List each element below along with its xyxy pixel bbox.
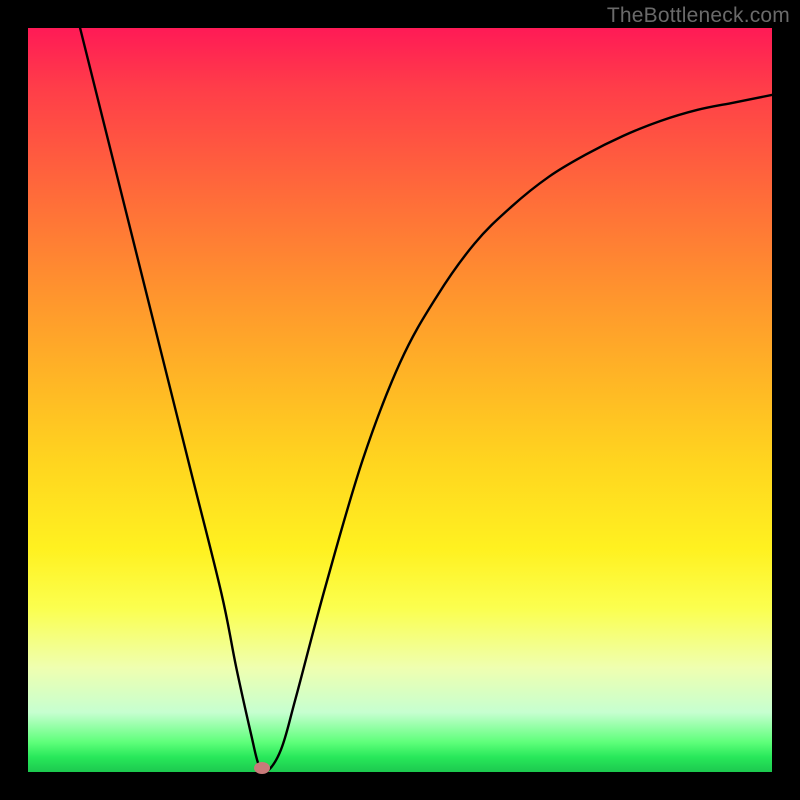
curve-layer	[28, 28, 772, 772]
chart-frame: TheBottleneck.com	[0, 0, 800, 800]
watermark-label: TheBottleneck.com	[607, 4, 790, 28]
plot-area	[28, 28, 772, 772]
optimum-marker	[254, 762, 270, 774]
bottleneck-curve	[80, 28, 772, 772]
